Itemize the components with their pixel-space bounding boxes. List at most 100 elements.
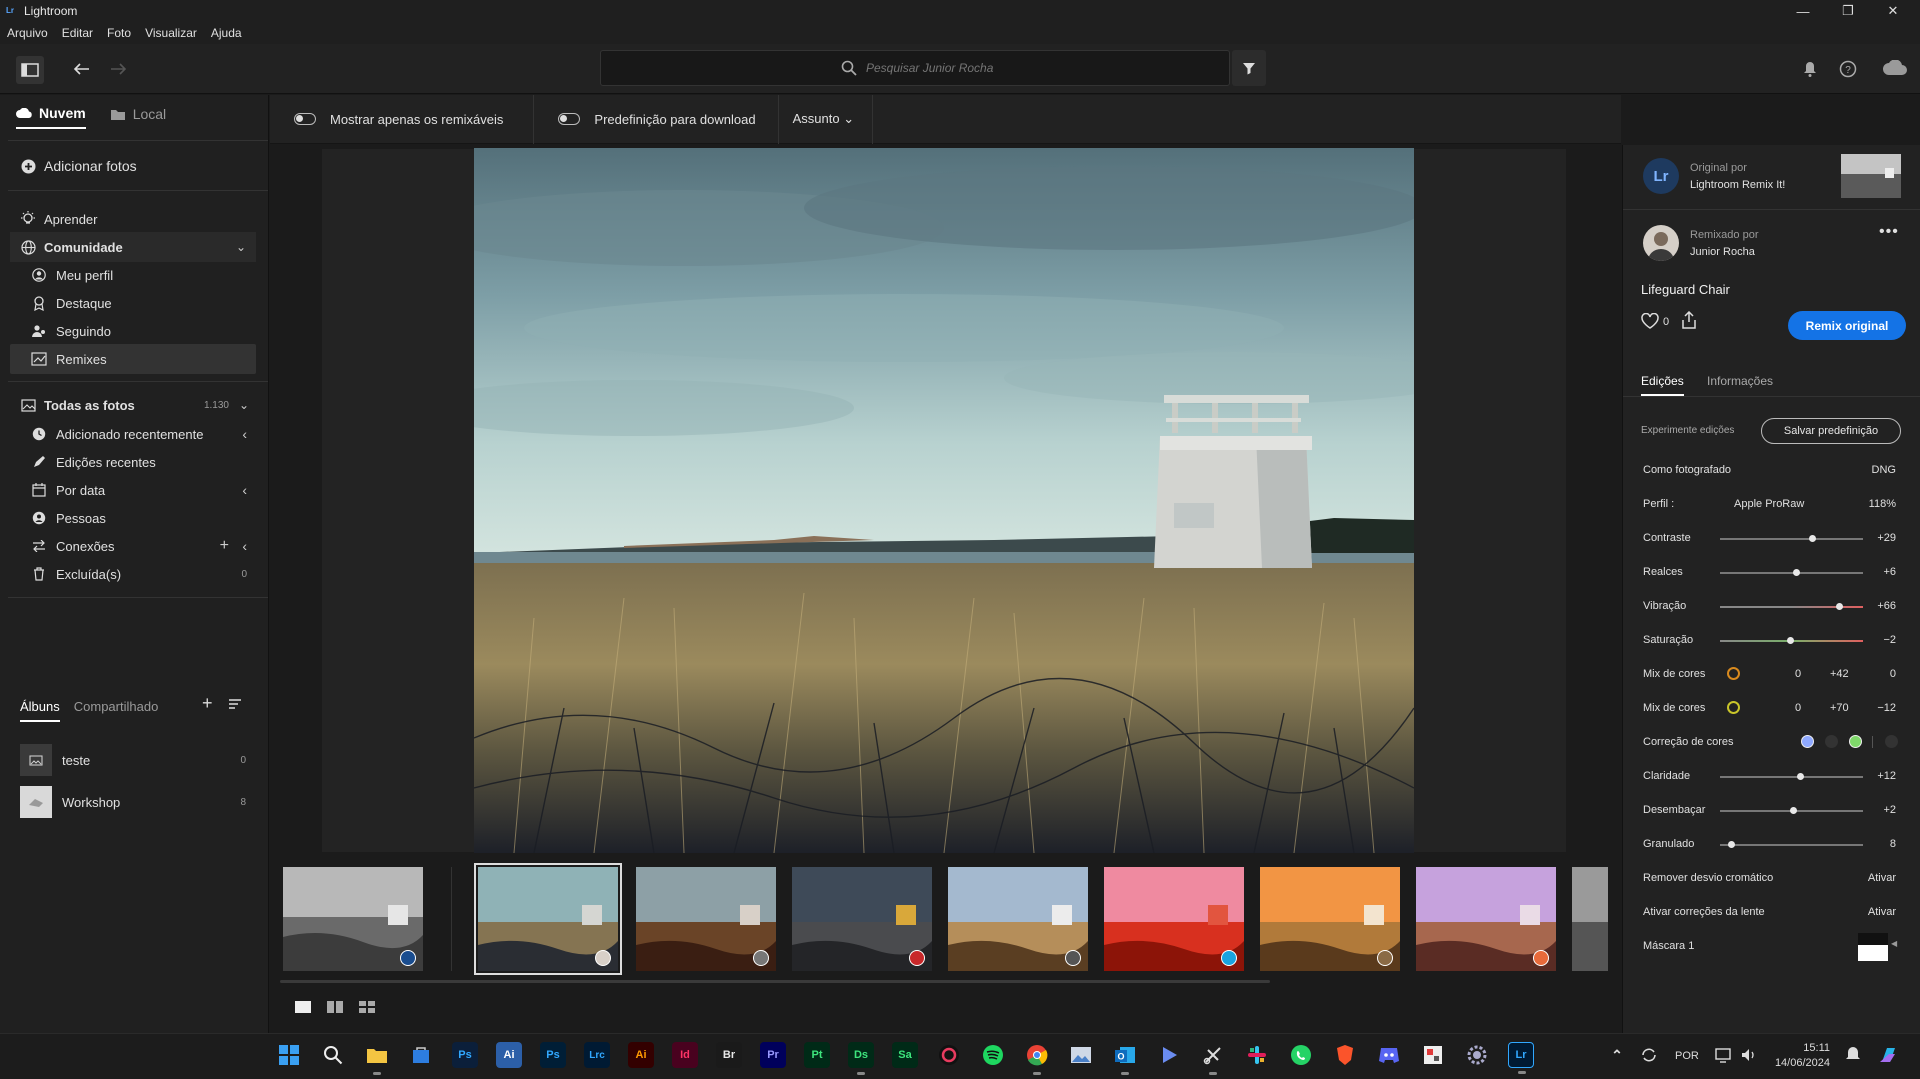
sidebar-item-remixes[interactable]: Remixes <box>10 344 256 374</box>
slider-knob[interactable] <box>1797 773 1805 780</box>
slider-knob[interactable] <box>1789 807 1797 814</box>
sidebar-item-my-profile[interactable]: Meu perfil <box>0 260 269 290</box>
lightroom-classic-icon[interactable]: Lrc <box>584 1042 610 1068</box>
filmstrip-thumb[interactable] <box>948 867 1088 971</box>
subject-dropdown[interactable]: Assunto ⌄ <box>793 111 855 127</box>
download-preset-toggle[interactable] <box>558 113 581 125</box>
sidebar-item-recently-added[interactable]: Adicionado recentemente ‹ <box>0 419 269 449</box>
lens-enable-link[interactable]: Ativar <box>1868 906 1896 918</box>
chevron-left-icon[interactable]: ‹ <box>242 482 247 498</box>
indesign-icon[interactable]: Id <box>672 1042 698 1068</box>
slider-knob[interactable] <box>1728 841 1736 848</box>
sidebar-item-by-date[interactable]: Por data ‹ <box>0 475 269 505</box>
main-photo[interactable] <box>474 148 1414 853</box>
sidebar-item-learn[interactable]: Aprender <box>0 204 269 234</box>
notification-center-icon[interactable] <box>1840 1042 1866 1068</box>
restore-button[interactable]: ❐ <box>1825 0 1871 22</box>
dehaze-slider[interactable] <box>1720 807 1863 814</box>
remix-original-button[interactable]: Remix original <box>1788 311 1906 340</box>
chrome-icon[interactable] <box>1024 1042 1050 1075</box>
filmstrip-thumb-selected[interactable] <box>474 863 622 975</box>
slider-knob[interactable] <box>1835 603 1843 610</box>
help-icon[interactable]: ? <box>1838 59 1858 79</box>
remixable-toggle[interactable] <box>294 113 316 125</box>
volume-icon[interactable] <box>1736 1042 1762 1068</box>
language-indicator[interactable]: POR <box>1675 1050 1699 1062</box>
tab-local[interactable]: Local <box>110 105 166 129</box>
remixer-avatar[interactable] <box>1643 225 1679 261</box>
copilot-icon[interactable] <box>1876 1042 1902 1068</box>
sidebar-section-community[interactable]: Comunidade ⌄ <box>10 232 256 262</box>
premiere-icon[interactable]: Pr <box>760 1042 786 1068</box>
slider-knob[interactable] <box>1808 535 1816 542</box>
close-window-button[interactable]: ✕ <box>1870 0 1916 22</box>
substance-designer-icon[interactable]: Ds <box>848 1042 874 1075</box>
menu-file[interactable]: Arquivo <box>7 26 48 40</box>
windows-start-icon[interactable] <box>276 1042 302 1068</box>
sidebar-item-featured[interactable]: Destaque <box>0 288 269 318</box>
tab-edits[interactable]: Edições <box>1641 374 1684 396</box>
brave-icon[interactable] <box>1332 1042 1358 1068</box>
sidebar-item-connections[interactable]: Conexões + ‹ <box>0 531 269 561</box>
tab-shared[interactable]: Compartilhado <box>74 699 159 722</box>
grid-view-icon[interactable] <box>358 1000 376 1019</box>
sort-icon[interactable] <box>228 697 244 715</box>
file-explorer-icon[interactable] <box>364 1042 390 1075</box>
filmstrip-thumb[interactable] <box>1260 867 1400 971</box>
filter-button[interactable] <box>1232 50 1266 86</box>
menu-view[interactable]: Visualizar <box>145 26 197 40</box>
back-arrow-icon[interactable] <box>68 56 94 82</box>
original-photo-thumbnail[interactable] <box>1841 154 1901 198</box>
minimize-button[interactable]: — <box>1780 0 1826 22</box>
filmstrip-thumb-partial[interactable] <box>1572 867 1608 971</box>
photoshop-icon[interactable]: Ps <box>540 1042 566 1068</box>
filmstrip-thumb[interactable] <box>1416 867 1556 971</box>
taskbar-search-icon[interactable] <box>320 1042 346 1068</box>
tab-cloud[interactable]: Nuvem <box>16 105 86 129</box>
tab-info[interactable]: Informações <box>1707 374 1773 388</box>
sidebar-item-following[interactable]: Seguindo <box>0 316 269 346</box>
slider-knob[interactable] <box>1792 569 1800 576</box>
illustrator-icon[interactable]: Ai <box>628 1042 654 1068</box>
forward-arrow-icon[interactable] <box>106 56 132 82</box>
sync-icon[interactable] <box>1636 1042 1662 1068</box>
remixer-name[interactable]: Junior Rocha <box>1690 246 1755 258</box>
album-item[interactable]: teste 0 <box>20 743 260 777</box>
whatsapp-icon[interactable] <box>1288 1042 1314 1068</box>
bridge-icon[interactable]: Br <box>716 1042 742 1068</box>
discord-icon[interactable] <box>1376 1042 1402 1068</box>
contrast-slider[interactable] <box>1720 535 1863 542</box>
notifications-bell-icon[interactable] <box>1800 59 1820 79</box>
single-view-icon[interactable] <box>294 1000 312 1019</box>
chevron-left-icon[interactable]: ‹ <box>242 426 247 442</box>
highlights-color-dot[interactable] <box>1849 735 1862 748</box>
filmstrip-thumb[interactable] <box>636 867 776 971</box>
add-connection-icon[interactable]: + <box>220 537 229 555</box>
sidebar-item-deleted[interactable]: Excluída(s) 0 <box>0 559 269 589</box>
vibrance-slider[interactable] <box>1720 603 1863 610</box>
video-player-icon[interactable] <box>1156 1042 1182 1068</box>
photo-viewer-icon[interactable] <box>1068 1042 1094 1068</box>
slack-icon[interactable] <box>1244 1042 1270 1068</box>
share-icon[interactable] <box>1681 310 1697 334</box>
color-mix-orange-dot[interactable] <box>1727 667 1740 680</box>
network-icon[interactable] <box>1710 1042 1736 1068</box>
substance-sampler-icon[interactable]: Sa <box>892 1042 918 1068</box>
add-photos-button[interactable]: Adicionar fotos <box>0 151 269 181</box>
global-color-dot[interactable] <box>1885 735 1898 748</box>
add-album-icon[interactable]: + <box>202 693 213 714</box>
chevron-up-icon[interactable]: ⌃ <box>1604 1042 1630 1068</box>
chromatic-enable-link[interactable]: Ativar <box>1868 872 1896 884</box>
menu-edit[interactable]: Editar <box>62 26 93 40</box>
search-input[interactable] <box>601 51 1229 85</box>
filmstrip-thumb[interactable] <box>792 867 932 971</box>
lightroom-icon[interactable]: Lr <box>1508 1042 1534 1074</box>
album-item[interactable]: Workshop 8 <box>20 785 260 819</box>
snipping-tool-icon[interactable] <box>1200 1042 1226 1075</box>
mask-thumbnail[interactable] <box>1858 933 1888 961</box>
settings-gear-icon[interactable] <box>1464 1042 1490 1068</box>
sidebar-item-people[interactable]: Pessoas <box>0 503 269 533</box>
shadows-color-dot[interactable] <box>1801 735 1814 748</box>
saturation-slider[interactable] <box>1720 637 1863 644</box>
photoshop-express-icon[interactable]: Ps <box>452 1042 478 1068</box>
